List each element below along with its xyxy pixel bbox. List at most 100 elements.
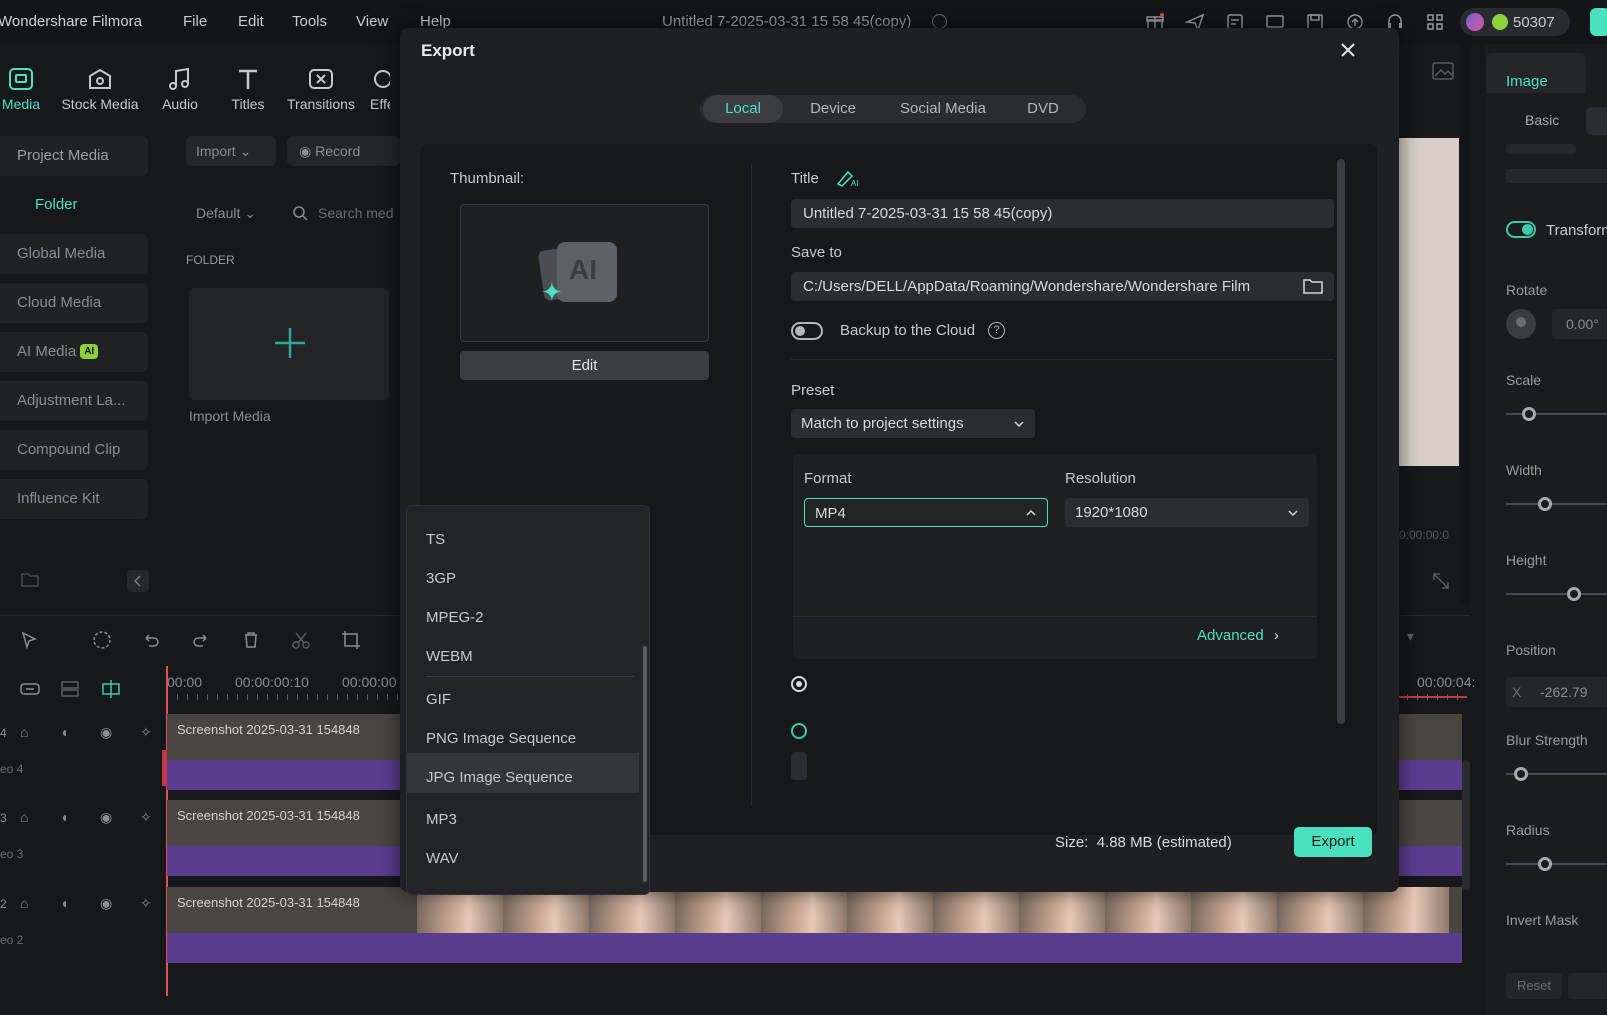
magic-wand-icon[interactable]: ✧ [140,895,152,912]
expand-icon[interactable] [1432,572,1450,590]
advanced-link[interactable]: Advanced › [1197,627,1279,644]
format-option-jpg-sequence[interactable]: JPG Image Sequence [426,769,573,786]
close-icon[interactable] [1336,38,1360,62]
collapse-sidebar-button[interactable] [127,570,149,592]
upgrade-button[interactable] [1590,8,1607,36]
speaker-icon[interactable]: ◖ [60,724,68,740]
format-option-mpeg2[interactable]: MPEG-2 [426,609,484,626]
position-x-field[interactable]: X -262.79 [1506,677,1607,707]
tab-device[interactable]: Device [788,95,878,123]
tab-local[interactable]: Local [703,95,783,123]
menu-view[interactable]: View [356,13,388,30]
format-dropdown[interactable]: MP4 [804,498,1048,527]
format-option-png-sequence[interactable]: PNG Image Sequence [426,730,576,747]
rotate-value[interactable]: 0.00° [1552,309,1607,339]
magic-wand-icon[interactable]: ✧ [140,724,152,741]
dropdown-scrollbar[interactable] [643,646,647,882]
import-media-tile[interactable] [189,288,389,400]
thumbnail-preview[interactable]: AI ✦ [460,204,709,342]
sidebar-item-project-media[interactable]: Project Media [0,136,148,176]
magic-wand-icon[interactable]: ✧ [140,809,152,826]
crop-icon[interactable] [341,630,361,650]
delete-icon[interactable] [241,630,261,650]
format-option-ts[interactable]: TS [426,531,445,548]
transform-toggle[interactable] [1506,221,1536,238]
scale-slider[interactable] [1506,407,1607,421]
height-slider[interactable] [1506,587,1607,601]
ai-edit-icon[interactable]: AI [836,168,862,188]
help-icon[interactable]: ? [988,322,1005,339]
format-option-wav[interactable]: WAV [426,850,459,867]
apps-grid-icon[interactable] [1425,12,1445,32]
track-layout-icon[interactable] [60,680,80,698]
snap-icon[interactable] [100,678,122,700]
lock-icon[interactable]: ⌂ [20,809,28,825]
new-folder-icon[interactable] [20,570,40,588]
subtab-basic[interactable]: Basic [1525,112,1559,128]
export-button[interactable]: Export [1294,827,1372,857]
undo-icon[interactable] [141,630,161,650]
timeline-scrollbar[interactable] [1462,760,1470,890]
video-track-2[interactable]: Screenshot 2025-03-31 154848 [167,887,1462,963]
title-input[interactable]: Untitled 7-2025-03-31 15 58 45(copy) [791,199,1334,228]
menu-file[interactable]: File [183,13,207,30]
width-slider[interactable] [1506,497,1607,511]
eye-icon[interactable]: ◉ [100,724,112,741]
format-option-mp3[interactable]: MP3 [426,811,457,828]
sidebar-item-ai-media[interactable]: AI Media AI [0,332,148,372]
import-button[interactable]: Import ⌄ [186,136,276,166]
scissors-icon[interactable] [291,630,311,650]
tab-image[interactable]: Image [1486,53,1586,93]
speaker-icon[interactable]: ◖ [60,895,68,911]
lock-icon[interactable]: ⌂ [20,724,28,740]
sidebar-item-compound-clip[interactable]: Compound Clip [0,430,148,470]
keyframe-button[interactable] [1568,973,1607,999]
sidebar-item-folder[interactable]: Folder [0,185,148,225]
subtab-mask[interactable] [1586,107,1607,135]
rotate-dial[interactable] [1506,309,1536,339]
toggle-option[interactable] [791,723,807,739]
reset-button[interactable]: Reset [1506,973,1562,999]
sidebar-item-cloud-media[interactable]: Cloud Media [0,283,148,323]
folder-icon[interactable] [1302,277,1324,295]
menu-tools[interactable]: Tools [292,13,327,30]
toolbar-transitions[interactable]: Transitions [282,66,360,112]
image-icon[interactable] [1432,62,1454,80]
ai-cut-icon[interactable] [92,630,112,650]
eye-icon[interactable]: ◉ [100,895,112,912]
toolbar-effects[interactable]: Effe [350,66,390,112]
option-field[interactable] [791,752,807,780]
dialog-scrollbar[interactable] [1337,159,1345,724]
tab-social-media[interactable]: Social Media [884,95,1002,123]
edit-thumbnail-button[interactable]: Edit [460,351,709,380]
toolbar-titles[interactable]: Titles [209,66,287,112]
redo-icon[interactable] [191,630,211,650]
toolbar-audio[interactable]: Audio [141,66,219,112]
speaker-icon[interactable]: ◖ [60,809,68,825]
link-icon[interactable] [20,680,40,698]
tab-dvd[interactable]: DVD [1006,95,1080,123]
backup-toggle[interactable] [791,322,823,340]
eye-icon[interactable]: ◉ [100,809,112,826]
save-path-input[interactable]: C:/Users/DELL/AppData/Roaming/Wondershar… [791,272,1334,301]
format-option-webm[interactable]: WEBM [426,648,473,665]
format-option-gif[interactable]: GIF [426,691,451,708]
resolution-dropdown[interactable]: 1920*1080 [1065,498,1309,527]
radio-option[interactable] [791,676,807,692]
format-option-3gp[interactable]: 3GP [426,570,456,587]
search-input[interactable]: Search med [318,205,398,221]
toolbar-stock-media[interactable]: Stock Media [61,66,139,112]
menu-edit[interactable]: Edit [238,13,264,30]
record-button[interactable]: ◉ Record [287,136,400,166]
blur-slider[interactable] [1506,767,1607,781]
radius-slider[interactable] [1506,857,1607,871]
sidebar-item-adjustment-layer[interactable]: Adjustment La... [0,381,148,421]
credits-pill[interactable]: 50307 [1460,8,1570,36]
preset-dropdown[interactable]: Match to project settings [791,409,1035,438]
toolbar-media[interactable]: Media [0,66,60,112]
sidebar-item-influence-kit[interactable]: Influence Kit [0,479,148,519]
sort-dropdown[interactable]: Default ⌄ [196,205,256,222]
lock-icon[interactable]: ⌂ [20,895,28,911]
sidebar-item-global-media[interactable]: Global Media [0,234,148,274]
select-tool-icon[interactable] [20,630,40,650]
